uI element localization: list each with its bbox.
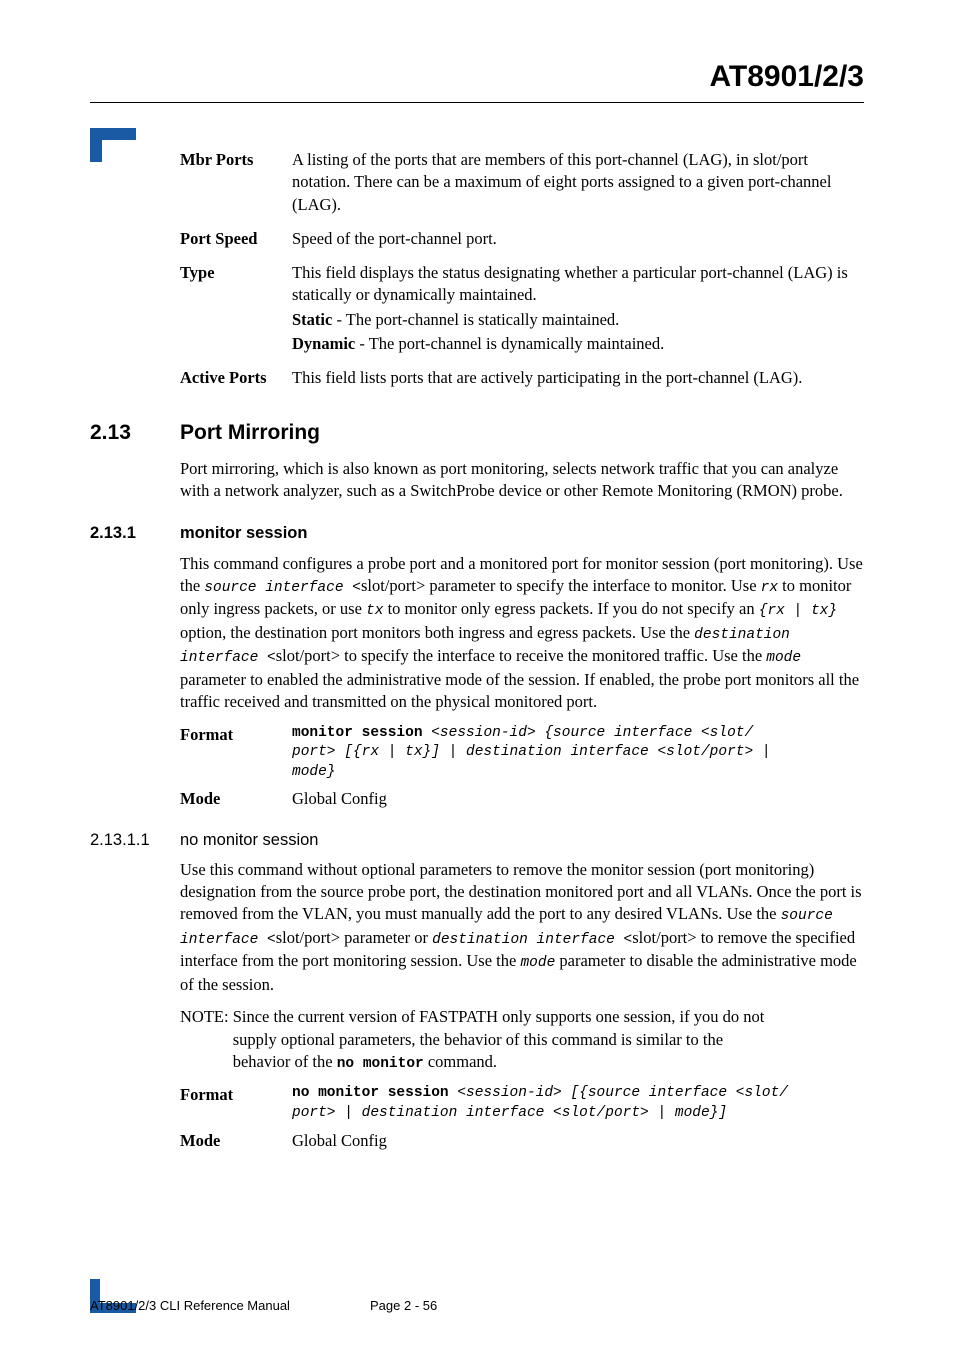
definition-term: Active Ports xyxy=(180,367,292,391)
format-code: no monitor session <session-id> [{source… xyxy=(292,1084,864,1123)
format-row-1: Format monitor session <session-id> {sou… xyxy=(180,724,864,783)
definition-term: Mbr Ports xyxy=(180,149,292,218)
definition-description: A listing of the ports that are members … xyxy=(292,149,864,218)
definition-description: This field lists ports that are actively… xyxy=(292,367,864,391)
mode-label: Mode xyxy=(180,1130,292,1152)
note-row: NOTE: Since the current version of FASTP… xyxy=(180,1006,864,1074)
content-area: Mbr PortsA listing of the ports that are… xyxy=(180,149,864,1152)
definition-term: Port Speed xyxy=(180,228,292,252)
section-2-13-heading: 2.13 Port Mirroring xyxy=(90,419,864,447)
definition-description: Speed of the port-channel port. xyxy=(292,228,864,252)
definition-row: Port SpeedSpeed of the port-channel port… xyxy=(180,228,864,252)
mode-value: Global Config xyxy=(292,788,864,810)
definition-row: TypeThis field displays the status desig… xyxy=(180,262,864,357)
mode-label: Mode xyxy=(180,788,292,810)
footer: AT8901/2/3 CLI Reference Manual Page 2 -… xyxy=(90,1298,864,1313)
note-label: NOTE: xyxy=(180,1006,233,1074)
section-title: Port Mirroring xyxy=(180,419,320,447)
definition-row: Mbr PortsA listing of the ports that are… xyxy=(180,149,864,218)
definition-description: This field displays the status designati… xyxy=(292,262,864,357)
mode-value: Global Config xyxy=(292,1130,864,1152)
section-2-13-1-paragraph: This command configures a probe port and… xyxy=(180,553,864,714)
subsection-title: monitor session xyxy=(180,522,307,544)
page-title: AT8901/2/3 xyxy=(90,60,864,94)
section-2-13-1-1-heading: 2.13.1.1 no monitor session xyxy=(90,829,864,851)
definition-row: Active PortsThis field lists ports that … xyxy=(180,367,864,391)
section-2-13-paragraph: Port mirroring, which is also known as p… xyxy=(180,458,864,503)
header-rule xyxy=(90,102,864,103)
note-body: Since the current version of FASTPATH on… xyxy=(233,1006,864,1074)
format-label: Format xyxy=(180,724,292,783)
section-2-13-1-heading: 2.13.1 monitor session xyxy=(90,522,864,544)
subsection-number: 2.13.1 xyxy=(90,522,180,544)
format-label: Format xyxy=(180,1084,292,1123)
subsubsection-number: 2.13.1.1 xyxy=(90,829,180,851)
mode-row-2: Mode Global Config xyxy=(180,1130,864,1152)
definition-term: Type xyxy=(180,262,292,357)
format-code: monitor session <session-id> {source int… xyxy=(292,724,864,783)
format-row-2: Format no monitor session <session-id> [… xyxy=(180,1084,864,1123)
footer-left: AT8901/2/3 CLI Reference Manual xyxy=(90,1298,370,1313)
subsubsection-title: no monitor session xyxy=(180,829,319,851)
footer-page-number: Page 2 - 56 xyxy=(370,1298,437,1313)
section-number: 2.13 xyxy=(90,419,180,447)
mode-row-1: Mode Global Config xyxy=(180,788,864,810)
section-2-13-1-1-paragraph: Use this command without optional parame… xyxy=(180,859,864,996)
